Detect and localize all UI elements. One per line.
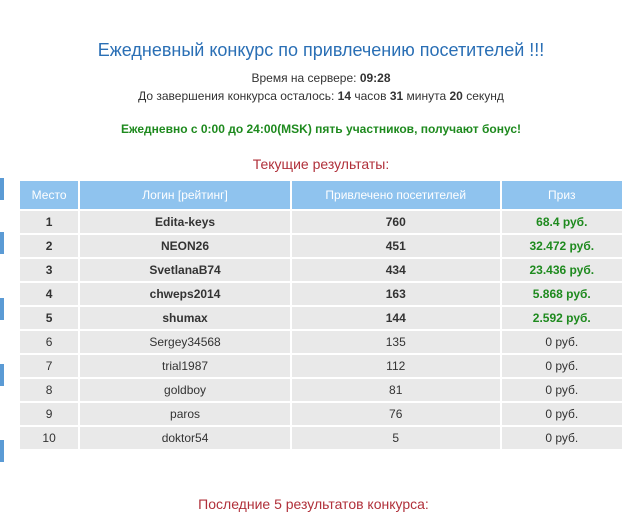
place-cell: 4	[20, 283, 79, 305]
count-cell: 760	[291, 211, 500, 233]
place-cell: 3	[20, 259, 79, 281]
server-time-label: Время на сервере:	[251, 71, 357, 85]
table-row: 4 chweps2014 163 5.868 руб.	[20, 283, 622, 305]
login-cell: SvetlanaB74	[80, 259, 290, 281]
page-title: Ежедневный конкурс по привлечению посети…	[97, 40, 545, 60]
place-cell: 7	[20, 355, 79, 377]
past-results-title: Последние 5 результатов конкурса:	[198, 496, 429, 512]
left-sidebar-tab[interactable]	[0, 364, 4, 386]
table-row: 9 paros 76 0 руб.	[20, 403, 622, 425]
column-header-count: Привлечено посетителей	[291, 181, 500, 209]
prize-cell: 0 руб.	[501, 379, 622, 401]
prize-cell: 0 руб.	[501, 427, 622, 449]
login-cell: doktor54	[80, 427, 290, 449]
login-cell: Edita-keys	[80, 211, 290, 233]
place-cell: 1	[20, 211, 79, 233]
table-row: 8 goldboy 81 0 руб.	[20, 379, 622, 401]
table-row: 7 trial1987 112 0 руб.	[20, 355, 622, 377]
minutes-word: минута	[406, 89, 447, 103]
count-cell: 451	[291, 235, 500, 257]
prize-cell: 5.868 руб.	[501, 283, 622, 305]
count-cell: 112	[291, 355, 500, 377]
table-row: 6 Sergey34568 135 0 руб.	[20, 331, 622, 353]
left-sidebar-tab[interactable]	[0, 178, 4, 200]
count-cell: 163	[291, 283, 500, 305]
login-cell: chweps2014	[80, 283, 290, 305]
table-header-row: Место Логин [рейтинг] Привлечено посетит…	[20, 181, 622, 209]
server-time: Время на сервере: 09:28	[18, 71, 624, 85]
login-cell: goldboy	[80, 379, 290, 401]
prize-cell: 68.4 руб.	[501, 211, 622, 233]
place-cell: 5	[20, 307, 79, 329]
login-cell: NEON26	[80, 235, 290, 257]
table-row: 10 doktor54 5 0 руб.	[20, 427, 622, 449]
login-cell: trial1987	[80, 355, 290, 377]
place-cell: 6	[20, 331, 79, 353]
count-cell: 5	[291, 427, 500, 449]
seconds-word: секунд	[466, 89, 504, 103]
login-cell: shumax	[80, 307, 290, 329]
count-cell: 434	[291, 259, 500, 281]
remaining-seconds: 20	[449, 89, 463, 103]
count-cell: 76	[291, 403, 500, 425]
column-header-place: Место	[20, 181, 79, 209]
remaining-minutes: 31	[389, 89, 404, 103]
column-header-prize: Приз	[501, 181, 622, 209]
column-header-login: Логин [рейтинг]	[80, 181, 290, 209]
count-cell: 135	[291, 331, 500, 353]
bonus-notice: Ежедневно с 0:00 до 24:00(MSK) пять учас…	[121, 122, 521, 136]
hours-word: часов	[354, 89, 387, 103]
prize-cell: 32.472 руб.	[501, 235, 622, 257]
server-time-value: 09:28	[359, 71, 391, 85]
place-cell: 2	[20, 235, 79, 257]
prize-cell: 23.436 руб.	[501, 259, 622, 281]
login-cell: Sergey34568	[80, 331, 290, 353]
left-sidebar-tab[interactable]	[0, 232, 4, 254]
place-cell: 9	[20, 403, 79, 425]
place-cell: 8	[20, 379, 79, 401]
results-table: Место Логин [рейтинг] Привлечено посетит…	[18, 179, 624, 451]
contest-content: Ежедневный конкурс по привлечению посети…	[18, 0, 624, 451]
count-cell: 81	[291, 379, 500, 401]
table-row: 3 SvetlanaB74 434 23.436 руб.	[20, 259, 622, 281]
left-sidebar-tab[interactable]	[0, 440, 4, 462]
remaining-hours: 14	[337, 89, 352, 103]
left-sidebar-tab[interactable]	[0, 298, 4, 320]
place-cell: 10	[20, 427, 79, 449]
login-cell: paros	[80, 403, 290, 425]
prize-cell: 0 руб.	[501, 403, 622, 425]
prize-cell: 2.592 руб.	[501, 307, 622, 329]
time-remaining: До завершения конкурса осталось: 14 часо…	[18, 89, 624, 103]
table-row: 1 Edita-keys 760 68.4 руб.	[20, 211, 622, 233]
results-title: Текущие результаты:	[252, 156, 390, 172]
table-row: 2 NEON26 451 32.472 руб.	[20, 235, 622, 257]
prize-cell: 0 руб.	[501, 355, 622, 377]
count-cell: 144	[291, 307, 500, 329]
table-row: 5 shumax 144 2.592 руб.	[20, 307, 622, 329]
prize-cell: 0 руб.	[501, 331, 622, 353]
remaining-label: До завершения конкурса осталось:	[138, 89, 335, 103]
